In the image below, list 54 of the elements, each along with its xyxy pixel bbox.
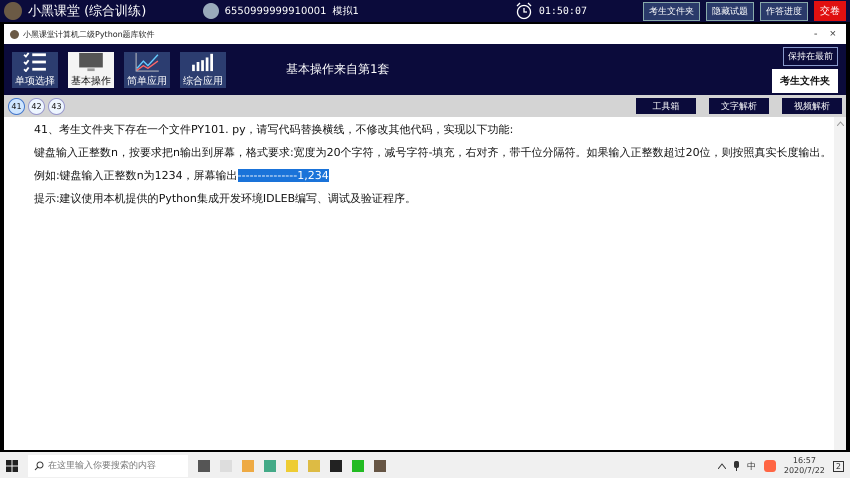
question-text: 提示:建议使用本机提供的Python集成开发环境IDLEB编写、调试及验证程序。 (34, 192, 418, 206)
user-id: 6550999999910001 (224, 6, 326, 16)
chevron-up-icon[interactable] (718, 463, 726, 469)
toolbar-button[interactable]: 交卷 (814, 1, 846, 21)
tray-app-icon[interactable] (764, 460, 776, 472)
close-button[interactable]: × (826, 28, 840, 40)
microphone-icon[interactable] (734, 461, 739, 471)
question-text: 键盘输入正整数n，按要求把n输出到屏幕，格式要求:宽度为20个字符，减号字符-填充，右对齐，带千位分隔符。如果输入正整数超过20位，则按照真实长度输出。 (34, 146, 833, 160)
scrollbar[interactable] (834, 117, 846, 450)
app-icon (10, 30, 19, 38)
question-text: 例如:键盘输入正整数n为1234，屏幕输出---------------1,234 (34, 169, 330, 183)
pin-on-top-button[interactable]: 保持在最前 (783, 46, 838, 66)
toolbar-button[interactable]: 隐藏试题 (706, 2, 754, 20)
taskbar-clock[interactable]: 16:57 2020/7/22 (784, 456, 825, 476)
windows-start-icon[interactable] (6, 460, 18, 472)
app-title: 小黑课堂 (综合训练) (28, 3, 146, 20)
taskbar-app-icon[interactable] (286, 460, 298, 472)
window-title: 小黑课堂计算机二级Python题库软件 (23, 28, 155, 40)
taskbar-app-icon[interactable] (242, 460, 254, 472)
toolbar-button[interactable]: 作答进度 (760, 2, 808, 20)
avatar-icon (4, 2, 22, 20)
tool-button[interactable]: 视频解析 (782, 98, 842, 114)
line-chart-icon (133, 52, 161, 72)
question-tab[interactable]: 43 (48, 98, 65, 114)
set-title: 基本操作来自第1套 (286, 61, 390, 78)
question-text: 41、考生文件夹下存在一个文件PY101. py，请写代码替换横线，不修改其他代码，实现以下功能: (34, 123, 514, 137)
tool-button[interactable]: 工具箱 (636, 98, 696, 114)
tool-button[interactable]: 文字解析 (709, 98, 769, 114)
taskbar-app-icon[interactable] (198, 460, 210, 472)
minimize-button[interactable]: - (810, 28, 822, 40)
question-tab[interactable]: 42 (28, 98, 45, 114)
question-tab[interactable]: 41 (8, 98, 25, 114)
taskbar-app-icon[interactable] (352, 460, 364, 472)
nav-tab[interactable]: 简单应用 (124, 52, 170, 88)
toolbar-button[interactable]: 考生文件夹 (643, 2, 700, 20)
countdown-timer: 01:50:07 (538, 6, 587, 16)
taskbar-app-icon[interactable] (308, 460, 320, 472)
notification-count[interactable]: 2 (832, 460, 844, 472)
nav-tab[interactable]: 单项选择 (12, 52, 58, 88)
ime-indicator[interactable]: 中 (746, 460, 756, 472)
scroll-up-icon[interactable] (836, 121, 844, 126)
monitor-icon (77, 52, 105, 72)
user-avatar-icon (202, 3, 219, 19)
taskbar-app-icon[interactable] (374, 460, 386, 472)
search-icon (34, 461, 44, 471)
checklist-icon (22, 52, 48, 72)
alarm-clock-icon (514, 2, 533, 20)
taskbar-app-icon[interactable] (264, 460, 276, 472)
mode-label: 模拟1 (332, 4, 359, 18)
folder-button[interactable]: 考生文件夹 (772, 68, 838, 92)
nav-tab[interactable]: 基本操作 (68, 52, 114, 88)
nav-tab[interactable]: 综合应用 (180, 52, 226, 88)
taskbar-app-icon[interactable] (330, 460, 342, 472)
taskbar-search-field[interactable]: 在这里输入你要搜索的内容 (28, 455, 188, 477)
